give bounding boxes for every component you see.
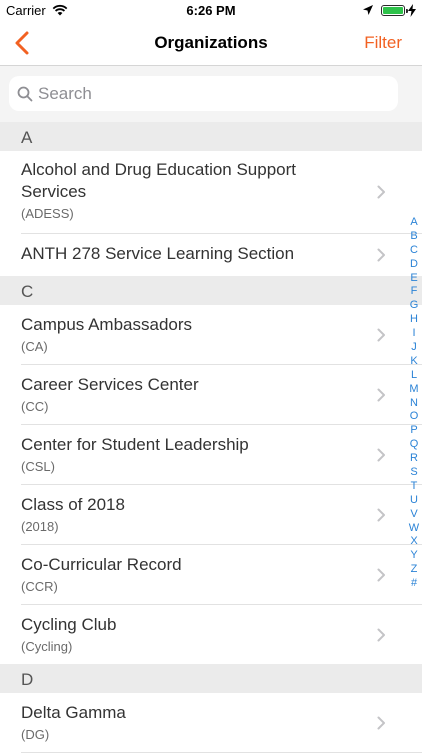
index-letter[interactable]: V: [407, 508, 421, 522]
index-letter[interactable]: M: [407, 383, 421, 397]
location-arrow-icon: [363, 5, 373, 15]
list-item[interactable]: Delta Gamma (DG): [21, 693, 422, 753]
search-icon: [17, 86, 33, 102]
chevron-right-icon: [377, 716, 385, 730]
index-letter[interactable]: A: [407, 216, 421, 230]
section-letter: C: [21, 282, 34, 301]
index-letter[interactable]: U: [407, 494, 421, 508]
chevron-right-icon: [377, 328, 385, 342]
index-letter[interactable]: J: [407, 341, 421, 355]
organization-name: Class of 2018: [21, 495, 125, 514]
organization-abbreviation: (CCR): [21, 579, 58, 594]
organization-abbreviation: (ADESS): [21, 206, 74, 221]
index-letter[interactable]: E: [407, 272, 421, 286]
organization-abbreviation: (CC): [21, 399, 49, 414]
filter-button[interactable]: Filter: [364, 33, 402, 53]
index-letter[interactable]: X: [407, 535, 421, 549]
alphabet-index[interactable]: A B C D E F G H I J K L M N O P Q R S T …: [407, 216, 421, 591]
organization-abbreviation: (DG): [21, 727, 50, 742]
index-letter[interactable]: L: [407, 369, 421, 383]
chevron-right-icon: [377, 628, 385, 642]
index-letter[interactable]: W: [407, 522, 421, 536]
section-letter: A: [21, 128, 33, 147]
search-area: [0, 66, 422, 122]
search-input[interactable]: [38, 83, 368, 105]
organization-abbreviation: (2018): [21, 519, 59, 534]
organization-name: Campus Ambassadors: [21, 315, 193, 334]
index-letter[interactable]: G: [407, 299, 421, 313]
organization-name: Co-Curricular Record: [21, 555, 182, 574]
organization-name: Cycling Club: [21, 615, 117, 634]
list-item[interactable]: Class of 2018 (2018): [21, 485, 422, 545]
list-item[interactable]: Campus Ambassadors (CA): [21, 305, 422, 365]
organization-abbreviation: (Cycling): [21, 639, 73, 654]
section-header-d: D: [0, 664, 422, 693]
clock: 6:26 PM: [186, 3, 236, 18]
index-letter[interactable]: B: [407, 230, 421, 244]
index-letter[interactable]: F: [407, 285, 421, 299]
search-bar[interactable]: [9, 76, 398, 111]
organization-name: Career Services Center: [21, 375, 199, 394]
index-letter[interactable]: K: [407, 355, 421, 369]
index-letter[interactable]: C: [407, 244, 421, 258]
index-letter[interactable]: T: [407, 480, 421, 494]
index-letter[interactable]: Z: [407, 563, 421, 577]
index-letter[interactable]: Q: [407, 438, 421, 452]
list-item[interactable]: Cycling Club (Cycling): [21, 605, 422, 664]
page-title: Organizations: [154, 33, 268, 52]
list-item[interactable]: ANTH 278 Service Learning Section: [21, 234, 422, 276]
index-letter[interactable]: H: [407, 313, 421, 327]
index-letter[interactable]: Y: [407, 549, 421, 563]
index-letter[interactable]: #: [407, 577, 421, 591]
index-letter[interactable]: R: [407, 452, 421, 466]
chevron-right-icon: [377, 568, 385, 582]
battery-icon: [381, 5, 408, 16]
index-letter[interactable]: S: [407, 466, 421, 480]
organization-abbreviation: (CSL): [21, 459, 55, 474]
chevron-right-icon: [377, 248, 385, 262]
chevron-right-icon: [377, 388, 385, 402]
list-item[interactable]: Alcohol and Drug Education Support Servi…: [21, 151, 422, 234]
status-bar: Carrier 6:26 PM: [0, 0, 422, 22]
section-header-a: A: [0, 122, 422, 151]
chevron-right-icon: [377, 185, 385, 199]
organization-abbreviation: (CA): [21, 339, 48, 354]
organization-name: Center for Student Leadership: [21, 435, 249, 454]
list-item[interactable]: Career Services Center (CC): [21, 365, 422, 425]
section-letter: D: [21, 670, 34, 689]
organization-name: Delta Gamma: [21, 703, 126, 722]
organization-name: Alcohol and Drug Education Support Servi…: [21, 160, 297, 201]
index-letter[interactable]: O: [407, 410, 421, 424]
index-letter[interactable]: P: [407, 424, 421, 438]
organization-list: A Alcohol and Drug Education Support Ser…: [0, 122, 422, 753]
index-letter[interactable]: N: [407, 397, 421, 411]
chevron-right-icon: [377, 448, 385, 462]
list-item[interactable]: Center for Student Leadership (CSL): [21, 425, 422, 485]
charging-bolt-icon: [408, 4, 416, 17]
list-item[interactable]: Co-Curricular Record (CCR): [21, 545, 422, 605]
section-header-c: C: [0, 276, 422, 305]
chevron-right-icon: [377, 508, 385, 522]
organization-name: ANTH 278 Service Learning Section: [21, 244, 295, 263]
index-letter[interactable]: D: [407, 258, 421, 272]
navigation-bar: Organizations Filter: [0, 22, 422, 66]
index-letter[interactable]: I: [407, 327, 421, 341]
